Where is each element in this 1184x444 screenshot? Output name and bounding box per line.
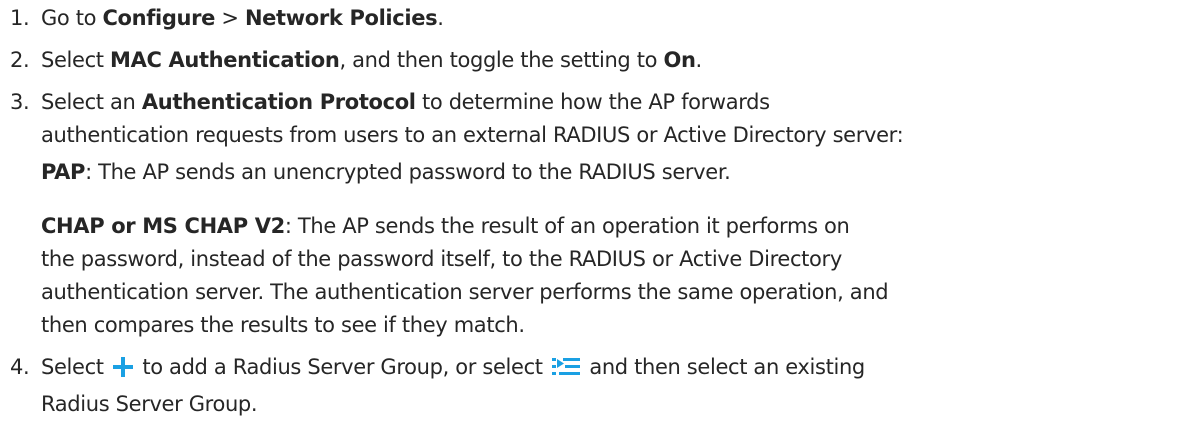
- instructions-document: 1. Go to Configure > Network Policies. 2…: [0, 0, 1184, 444]
- protocol-chap-line-2: the password, instead of the password it…: [41, 247, 842, 271]
- menu-configure: Configure: [102, 6, 216, 30]
- step-text: Select to add a Radius Server Group, or …: [41, 351, 1178, 421]
- protocol-chap-text-1: : The AP sends the result of an operatio…: [284, 214, 850, 238]
- protocol-pap-label: PAP: [41, 160, 86, 184]
- protocol-chap-label: CHAP or MS CHAP V2: [41, 214, 285, 238]
- step-number: 2.: [10, 48, 30, 72]
- step-1-text-after: .: [437, 6, 444, 30]
- step-3-text-before: Select an: [41, 90, 142, 114]
- step-4-text-before: Select: [41, 355, 111, 379]
- step-1: 1. Go to Configure > Network Policies.: [10, 2, 1178, 35]
- step-number: 3.: [10, 90, 30, 114]
- step-4-line-1: Select to add a Radius Server Group, or …: [41, 351, 1178, 388]
- step-3-line-1: Select an Authentication Protocol to det…: [41, 86, 1178, 119]
- step-2-text-before: Select: [41, 48, 111, 72]
- step-1-separator: >: [215, 6, 245, 30]
- protocol-chap-line-4: then compares the results to see if they…: [41, 313, 525, 337]
- setting-mac-authentication: MAC Authentication: [110, 48, 340, 72]
- protocol-chap-line-1: CHAP or MS CHAP V2: The AP sends the res…: [41, 210, 1178, 243]
- setting-authentication-protocol: Authentication Protocol: [141, 90, 416, 114]
- plus-icon: [112, 355, 134, 388]
- step-4-line-2: Radius Server Group.: [41, 392, 258, 416]
- step-4: 4. Select to add a Radius Server Group, …: [10, 351, 1178, 421]
- protocol-chap-line-3: authentication server. The authenticatio…: [41, 280, 889, 304]
- step-2-text-middle: , and then toggle the setting to: [339, 48, 664, 72]
- protocol-pap-description: PAP: The AP sends an unencrypted passwor…: [41, 156, 1178, 189]
- menu-network-policies: Network Policies: [244, 6, 438, 30]
- step-3-line-2: authentication requests from users to an…: [41, 123, 904, 147]
- list-select-icon: [551, 355, 581, 388]
- step-2: 2. Select MAC Authentication, and then t…: [10, 44, 1178, 77]
- step-4-text-middle: to add a Radius Server Group, or select: [136, 355, 549, 379]
- step-text: Go to Configure > Network Policies.: [41, 2, 1178, 35]
- step-text: Select MAC Authentication, and then togg…: [41, 44, 1178, 77]
- step-2-text-after: .: [695, 48, 703, 72]
- protocol-chap-description: CHAP or MS CHAP V2: The AP sends the res…: [41, 210, 1178, 342]
- protocol-pap-text: : The AP sends an unencrypted password t…: [85, 160, 731, 184]
- step-3-text-middle: to determine how the AP forwards: [415, 90, 770, 114]
- step-1-text-before: Go to: [41, 6, 103, 30]
- step-number: 4.: [10, 355, 30, 379]
- toggle-value-on: On: [663, 48, 696, 72]
- step-text: Select an Authentication Protocol to det…: [41, 86, 1178, 342]
- step-4-text-after: and then select an existing: [583, 355, 865, 379]
- step-number: 1.: [10, 6, 30, 30]
- step-3: 3. Select an Authentication Protocol to …: [10, 86, 1178, 342]
